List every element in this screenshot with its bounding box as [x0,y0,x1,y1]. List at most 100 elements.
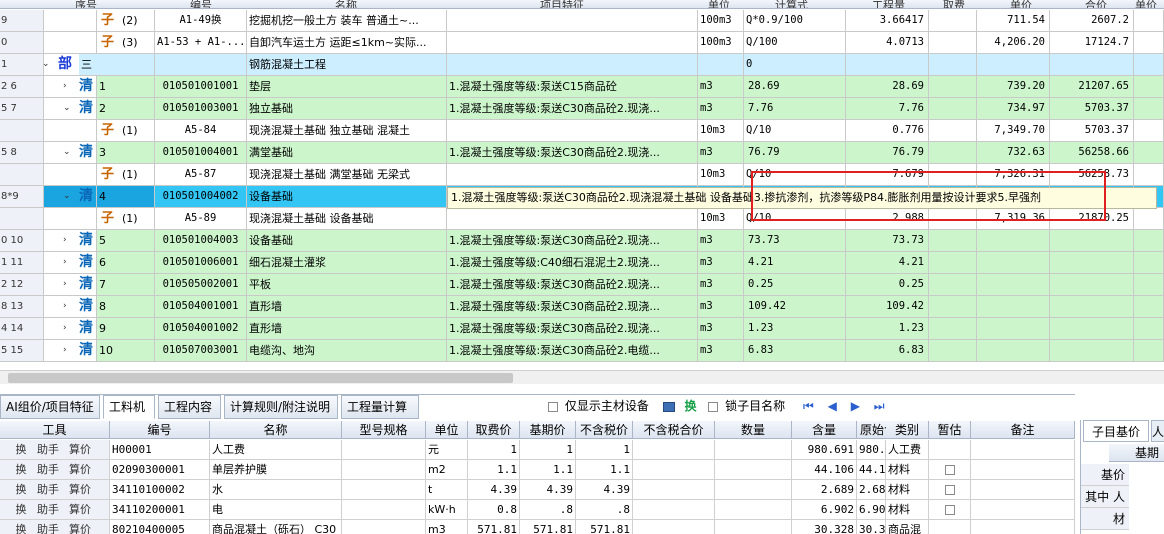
column-header[interactable]: 暂估 [929,421,971,439]
material-cat[interactable]: 商品混 [886,520,929,534]
cell-feature[interactable]: 1.混凝土强度等级:C40细石混泥土2.现浇... [447,252,698,273]
cell-idx[interactable]: 三 [79,54,155,75]
tab-1[interactable]: 工料机 [103,395,155,419]
cell-fee[interactable] [929,10,977,31]
material-note[interactable] [971,480,1075,499]
material-note[interactable] [971,460,1075,479]
cell-code[interactable] [155,54,247,75]
cell-calc[interactable]: Q/10 [744,120,846,141]
cell-code[interactable]: 010501003001 [155,98,247,119]
material-notax[interactable]: 1 [576,440,633,459]
cell-name[interactable]: 独立基础 [247,98,447,119]
material-content[interactable]: 30.328 [792,520,857,534]
cell-unit[interactable]: m3 [698,340,744,361]
cell-unit[interactable]: m3 [698,318,744,339]
material-empty[interactable] [633,520,715,534]
cell-unit[interactable]: 10m3 [698,208,744,229]
cell-feature[interactable]: 1.混凝土强度等级:泵送C30商品砼2.现浇... [447,98,698,119]
cell-idx[interactable]: 10 [97,340,155,361]
cell-fee[interactable] [929,98,977,119]
column-header[interactable]: 名称 [210,421,342,439]
right-panel-tab[interactable]: 子目基价 [1083,420,1149,442]
cell-extra[interactable] [1134,208,1164,229]
cell-feature[interactable] [447,10,698,31]
cell-name[interactable]: 平板 [247,274,447,295]
cell-unit[interactable]: m3 [698,252,744,273]
material-fee[interactable]: 4.39 [468,480,520,499]
cell-price[interactable]: 739.20 [977,76,1050,97]
cell-idx[interactable]: 6 [97,252,155,273]
material-fee[interactable]: 0.8 [468,500,520,519]
cell-total[interactable]: 5703.37 [1050,120,1134,141]
cell-idx[interactable]: 4 [97,186,155,207]
cell-code[interactable]: A5-84 [155,120,247,141]
material-base[interactable]: 1 [520,440,576,459]
cell-feature[interactable]: 1.混凝土强度等级:泵送C30商品砼2.现浇... [447,318,698,339]
horizontal-scrollbar[interactable] [0,370,1164,384]
cell-total[interactable] [1050,274,1134,295]
material-empty[interactable] [633,480,715,499]
cell-extra[interactable] [1134,120,1164,141]
cell-name[interactable]: 挖掘机挖一般土方 装车 普通土~... [247,10,447,31]
cell-price[interactable]: 7,349.70 [977,120,1050,141]
material-code[interactable]: 80210400005 [110,520,210,534]
table-row[interactable]: 1 ⌄ 部三 钢筋混凝土工程 0 [0,54,1164,76]
material-notax[interactable]: 571.81 [576,520,633,534]
material-name[interactable]: 电 [210,500,342,519]
estimate-checkbox[interactable] [944,485,955,495]
material-empty[interactable] [715,520,792,534]
material-spec[interactable] [342,520,426,534]
material-cat[interactable]: 材料 [886,500,929,519]
cell-unit[interactable]: m3 [698,274,744,295]
material-spec[interactable] [342,500,426,519]
cell-total[interactable] [1050,296,1134,317]
cell-unit[interactable]: 100m3 [698,10,744,31]
material-row[interactable]: 换助手算价H00001人工费元111980.691980.69148人工费 [0,440,1075,460]
table-row[interactable]: 2 12 › 清 7 010505002001 平板 1.混凝土强度等级:泵送C30商品砼2… [0,274,1164,296]
material-orig[interactable]: 2.6892 [857,480,886,499]
column-header[interactable]: 类别 [886,421,929,439]
material-name[interactable]: 水 [210,480,342,499]
cell-fee[interactable] [929,252,977,273]
cell-qty[interactable]: 109.42 [846,296,929,317]
material-base[interactable]: .8 [520,500,576,519]
cell-extra[interactable] [1134,76,1164,97]
cell-total[interactable] [1050,340,1134,361]
table-row[interactable]: 5 15 › 清 10 010507003001 电缆沟、地沟 1.混凝土强度等级:泵送C3… [0,340,1164,362]
cell-code[interactable]: 010505002001 [155,274,247,295]
material-orig[interactable]: 44.10586 [857,460,886,479]
cell-total[interactable]: 2607.2 [1050,10,1134,31]
cell-price[interactable]: 711.54 [977,10,1050,31]
cell-name[interactable]: 直形墙 [247,296,447,317]
material-code[interactable]: 34110100002 [110,480,210,499]
cell-qty[interactable]: 73.73 [846,230,929,251]
material-cat[interactable]: 材料 [886,460,929,479]
tree-cell[interactable] [44,164,97,185]
cell-extra[interactable] [1134,296,1164,317]
cell-idx[interactable]: (1) [120,208,155,229]
cell-feature[interactable]: 1.混凝土强度等级:泵送C15商品砼 [447,76,698,97]
cell-fee[interactable] [929,32,977,53]
material-notax[interactable]: 4.39 [576,480,633,499]
price-tool-button[interactable]: 算价 [64,500,96,519]
cell-extra[interactable] [1134,142,1164,163]
cell-name[interactable]: 细石混凝土灌浆 [247,252,447,273]
cell-calc[interactable]: 4.21 [744,252,846,273]
swap-tool-button[interactable]: 换 [10,500,32,519]
cell-code[interactable]: 010501004002 [155,186,247,207]
cell-price[interactable] [977,54,1050,75]
material-name[interactable]: 人工费 [210,440,342,459]
cell-name[interactable]: 满堂基础 [247,142,447,163]
cell-qty[interactable]: 7.76 [846,98,929,119]
swap-tool-button[interactable]: 换 [10,520,32,534]
cell-name[interactable]: 钢筋混凝土工程 [247,54,447,75]
material-spec[interactable] [342,460,426,479]
material-unit[interactable]: t [426,480,468,499]
table-row[interactable]: 5 7 ⌄ 清 2 010501003001 独立基础 1.混凝土强度等级:泵送C30商品砼… [0,98,1164,120]
cell-name[interactable]: 现浇混凝土基础 满堂基础 无梁式 [247,164,447,185]
cell-feature[interactable] [447,208,698,229]
material-cat[interactable]: 人工费 [886,440,929,459]
column-header[interactable]: 单位 [426,421,468,439]
cell-extra[interactable] [1134,340,1164,361]
material-row[interactable]: 换助手 算价 02090300001 单层养护膜 m2 1.1 1.1 1.1 44.106 44… [0,460,1075,480]
